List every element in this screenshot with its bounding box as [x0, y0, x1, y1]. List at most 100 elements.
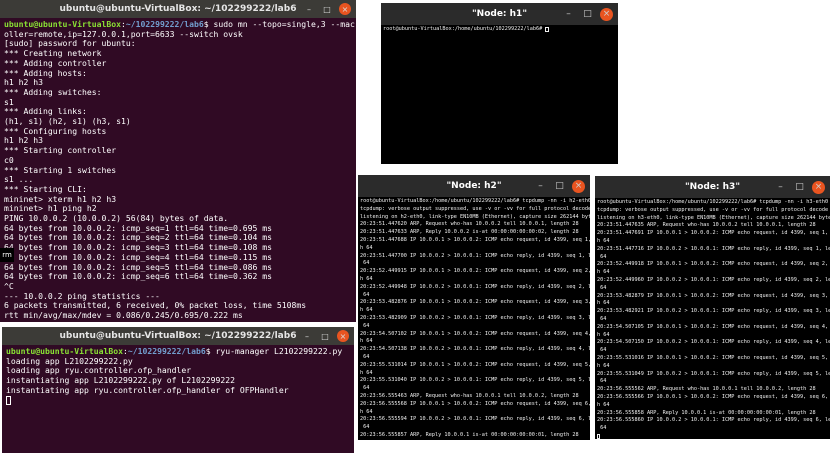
line-text: 20:23:56.555857 ARP, Reply 10.0.0.1 is-a…	[360, 431, 579, 438]
terminal-line: listening on h2-eth0, link-type EN10MB (…	[360, 214, 590, 222]
line-text: *** Starting CLI:	[4, 184, 87, 194]
maximize-icon[interactable]: □	[321, 3, 333, 15]
terminal-line: h1 h2 h3	[4, 136, 356, 146]
maximize-icon[interactable]: □	[319, 330, 331, 342]
terminal-line: [sudo] password for ubuntu:	[4, 39, 356, 49]
terminal-line: 64	[360, 424, 590, 432]
line-text: tcpdump: verbose output suppressed, use …	[597, 206, 829, 213]
terminal-line: *** Starting 1 switches	[4, 166, 356, 176]
terminal-line: mininet> h1 ping h2	[4, 204, 356, 214]
line-text: 64 bytes from 10.0.0.2: icmp_seq=4 ttl=6…	[4, 252, 273, 262]
line-text: 20:23:51.447700 IP 10.0.0.2 > 10.0.0.1: …	[360, 252, 590, 259]
terminal-line: mininet> xterm h1 h2 h3	[4, 195, 356, 205]
terminal-line: 20:23:54.507102 IP 10.0.0.1 > 10.0.0.2: …	[360, 331, 590, 339]
node-h1-window[interactable]: "Node: h1" – □ × root@ubuntu-VirtualBox:…	[381, 3, 618, 164]
terminal-output[interactable]: root@ubuntu-VirtualBox:/home/ubuntu/1022…	[595, 198, 830, 439]
maximize-icon[interactable]: □	[793, 181, 806, 194]
line-text: *** Adding controller	[4, 58, 107, 68]
title-bar[interactable]: ubuntu@ubuntu-VirtualBox: ~/102299222/la…	[2, 327, 354, 345]
prompt-path: ~/102299222/lab6	[125, 20, 204, 29]
terminal-line: 20:23:56.555594 IP 10.0.0.2 > 10.0.0.1: …	[360, 416, 590, 424]
line-text: 64	[360, 353, 370, 360]
line-text: oller=remote,ip=127.0.0.1,port=6633 --sw…	[4, 29, 243, 39]
title-bar[interactable]: ubuntu@ubuntu-VirtualBox: ~/102299222/la…	[0, 0, 356, 18]
line-text: 64 bytes from 10.0.0.2: icmp_seq=1 ttl=6…	[4, 223, 273, 233]
terminal-line: 20:23:53.482879 IP 10.0.0.1 > 10.0.0.2: …	[597, 293, 830, 301]
close-icon[interactable]: ×	[337, 330, 349, 342]
line-text: listening on h2-eth0, link-type EN10MB (…	[360, 213, 590, 220]
line-text: 64	[360, 424, 370, 431]
title-bar[interactable]: "Node: h3" – □ ×	[595, 176, 830, 198]
line-text: *** Adding links:	[4, 107, 87, 117]
node-h2-window[interactable]: "Node: h2" – □ × root@ubuntu-VirtualBox:…	[358, 175, 590, 440]
terminal-output[interactable]: root@ubuntu-VirtualBox:/home/ubuntu/1022…	[358, 197, 590, 440]
line-text: 20:23:51.447633 ARP, Reply 10.0.0.2 is-a…	[360, 229, 579, 236]
line-text: *** Creating network	[4, 49, 102, 59]
minimize-icon[interactable]: –	[534, 180, 547, 193]
prompt-user-host: ubuntu@ubuntu-VirtualBox	[6, 347, 123, 356]
terminal-line: --- 10.0.0.2 ping statistics ---	[4, 292, 356, 302]
line-text: 20:23:54.507138 IP 10.0.0.2 > 10.0.0.1: …	[360, 346, 590, 353]
terminal-line: root@ubuntu-VirtualBox:/home/ubuntu/1022…	[383, 26, 618, 34]
node-h3-window[interactable]: "Node: h3" – □ × root@ubuntu-VirtualBox:…	[595, 176, 830, 439]
minimize-icon[interactable]: –	[562, 8, 575, 21]
terminal-line	[597, 433, 830, 439]
terminal-line: root@ubuntu-VirtualBox:/home/ubuntu/1022…	[360, 198, 590, 206]
terminal-line: 64	[597, 316, 830, 324]
terminal-line: *** Starting controller	[4, 146, 356, 156]
line-text: PING 10.0.0.2 (10.0.0.2) 56(84) bytes of…	[4, 214, 229, 224]
terminal-line: 20:23:55.531049 IP 10.0.0.2 > 10.0.0.1: …	[597, 371, 830, 379]
terminal-line: h 64	[360, 276, 590, 284]
text-cursor	[545, 26, 549, 32]
terminal-output[interactable]: root@ubuntu-VirtualBox:/home/ubuntu/1022…	[381, 25, 618, 164]
terminal-line: 64 bytes from 10.0.0.2: icmp_seq=3 ttl=6…	[4, 243, 356, 253]
line-text: h 64	[360, 408, 373, 415]
terminal-line: ubuntu@ubuntu-VirtualBox:~/102299222/lab…	[6, 347, 354, 357]
line-text: loading app L2102299222.py	[6, 356, 133, 366]
window-title: ubuntu@ubuntu-VirtualBox: ~/102299222/la…	[59, 331, 297, 341]
terminal-line: 64	[597, 378, 830, 386]
line-text: 64	[360, 260, 370, 267]
title-bar[interactable]: "Node: h2" – □ ×	[358, 175, 590, 197]
close-icon[interactable]: ×	[572, 179, 585, 193]
line-text: root@ubuntu-VirtualBox:/home/ubuntu/1022…	[383, 26, 546, 32]
maximize-icon[interactable]: □	[581, 8, 594, 21]
close-icon[interactable]: ×	[339, 3, 351, 15]
text-cursor	[597, 433, 601, 439]
terminal-line: loading app ryu.controller.ofp_handler	[6, 366, 354, 376]
line-text: 64	[597, 347, 607, 354]
title-bar[interactable]: "Node: h1" – □ ×	[381, 3, 618, 25]
line-text: 64 bytes from 10.0.0.2: icmp_seq=5 ttl=6…	[4, 262, 273, 272]
terminal-line: 64	[360, 385, 590, 393]
terminal-line: 20:23:55.531016 IP 10.0.0.1 > 10.0.0.2: …	[597, 355, 830, 363]
line-text: h 64	[360, 338, 373, 345]
terminal-line: *** Adding switches:	[4, 88, 356, 98]
terminal-line: 20:23:51.447691 IP 10.0.0.1 > 10.0.0.2: …	[597, 230, 830, 238]
terminal-line: 64	[597, 347, 830, 355]
terminal-output[interactable]: ubuntu@ubuntu-VirtualBox:~/102299222/lab…	[0, 18, 356, 322]
ryu-terminal-window[interactable]: ubuntu@ubuntu-VirtualBox: ~/102299222/la…	[2, 327, 354, 453]
terminal-output[interactable]: ubuntu@ubuntu-VirtualBox:~/102299222/lab…	[2, 345, 354, 453]
minimize-icon[interactable]: –	[303, 3, 315, 15]
line-text: h 64	[360, 307, 373, 314]
line-text: 20:23:54.507150 IP 10.0.0.2 > 10.0.0.1: …	[597, 339, 830, 346]
line-text: 64 bytes from 10.0.0.2: icmp_seq=6 ttl=6…	[4, 272, 273, 282]
terminal-line: 20:23:52.449960 IP 10.0.0.2 > 10.0.0.1: …	[597, 277, 830, 285]
minimize-icon[interactable]: –	[774, 181, 787, 194]
maximize-icon[interactable]: □	[553, 180, 566, 193]
close-icon[interactable]: ×	[812, 180, 825, 194]
terminal-line: 64	[360, 323, 590, 331]
mininet-terminal-window[interactable]: ubuntu@ubuntu-VirtualBox: ~/102299222/la…	[0, 0, 356, 322]
close-icon[interactable]: ×	[600, 7, 613, 21]
line-text: 64 bytes from 10.0.0.2: icmp_seq=2 ttl=6…	[4, 233, 273, 243]
terminal-line: *** Adding links:	[4, 107, 356, 117]
terminal-line: 20:23:56.555860 IP 10.0.0.2 > 10.0.0.1: …	[597, 417, 830, 425]
minimize-icon[interactable]: –	[301, 330, 313, 342]
line-text: 20:23:56.555594 IP 10.0.0.2 > 10.0.0.1: …	[360, 416, 590, 423]
terminal-line: s1	[4, 98, 356, 108]
terminal-line: 20:23:52.449948 IP 10.0.0.2 > 10.0.0.1: …	[360, 284, 590, 292]
terminal-line: instantiating app ryu.controller.ofp_han…	[6, 386, 354, 396]
terminal-line: h 64	[597, 332, 830, 340]
line-text: 64	[597, 378, 607, 385]
line-text: listening on h3-eth0, link-type EN10MB (…	[597, 214, 830, 221]
